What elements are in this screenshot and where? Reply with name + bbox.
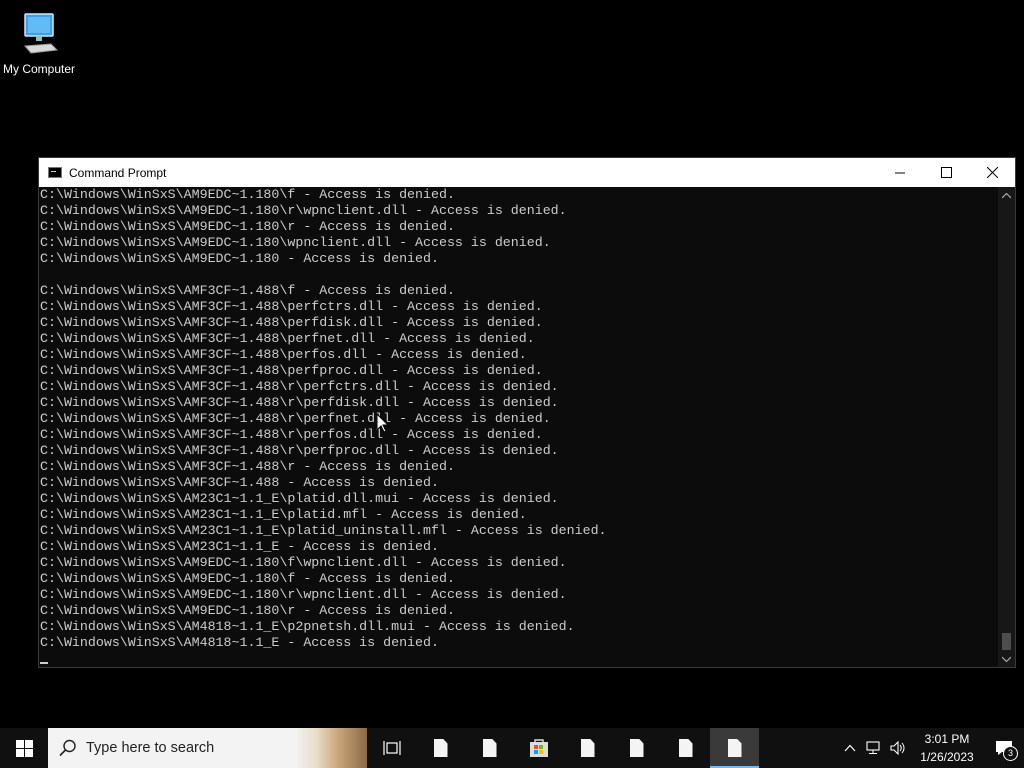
console-line: C:\Windows\WinSxS\AM9EDC~1.180 - Access … [40,251,439,266]
mouse-pointer-icon [377,414,389,433]
console-line: C:\Windows\WinSxS\AM9EDC~1.180\f - Acces… [40,571,455,586]
network-button[interactable] [862,728,886,768]
console-line: C:\Windows\WinSxS\AM9EDC~1.180\r - Acces… [40,219,455,234]
network-icon [866,741,880,754]
vertical-scrollbar[interactable] [998,187,1015,667]
console-line: C:\Windows\WinSxS\AMF3CF~1.488\r\perfnet… [40,411,551,426]
taskbar-app-file-1[interactable] [416,728,465,768]
show-hidden-icons-button[interactable] [838,728,862,768]
console-line: C:\Windows\WinSxS\AMF3CF~1.488\r\perfctr… [40,379,559,394]
taskbar-clock[interactable]: 3:01 PM 1/26/2023 [914,730,980,766]
console-line: C:\Windows\WinSxS\AMF3CF~1.488 - Access … [40,475,439,490]
taskbar-search-box[interactable]: Type here to search [48,728,367,768]
scrollbar-thumb[interactable] [1002,633,1011,650]
file-icon [629,739,644,757]
console-line: C:\Windows\WinSxS\AMF3CF~1.488\perfnet.d… [40,331,535,346]
console-line: C:\Windows\WinSxS\AM4818~1.1_E - Access … [40,635,439,650]
taskbar-app-file-2[interactable] [465,728,514,768]
chevron-down-icon [1002,656,1011,662]
cmd-icon [48,167,62,178]
console-line: C:\Windows\WinSxS\AMF3CF~1.488\r - Acces… [40,459,455,474]
command-prompt-window[interactable]: Command Prompt C:\Windows\WinSxS\AM9EDC~… [38,157,1016,668]
console-line: C:\Windows\WinSxS\AM4818~1.1_E\p2pnetsh.… [40,619,575,634]
console-line: C:\Windows\WinSxS\AM9EDC~1.180\f - Acces… [40,187,455,202]
maximize-button[interactable] [923,158,969,187]
console-line: C:\Windows\WinSxS\AM9EDC~1.180\f\wpnclie… [40,555,567,570]
taskbar-app-store[interactable] [514,728,563,768]
file-icon [678,739,693,757]
console-line: C:\Windows\WinSxS\AM9EDC~1.180\r - Acces… [40,603,455,618]
desktop-icon-label: My Computer [2,62,76,76]
chevron-up-icon [844,744,856,752]
close-button[interactable] [969,158,1015,187]
console-line: C:\Windows\WinSxS\AMF3CF~1.488\f - Acces… [40,283,455,298]
console-line: C:\Windows\WinSxS\AM9EDC~1.180\r\wpnclie… [40,203,567,218]
taskbar-app-file-active[interactable] [710,728,759,768]
minimize-button[interactable] [877,158,923,187]
volume-button[interactable] [886,728,910,768]
console-line: C:\Windows\WinSxS\AM23C1~1.1_E\platid.mf… [40,507,527,522]
taskbar: Type here to search 3:01 PM 1/26/2023 3 [0,728,1024,768]
search-highlight-image [295,728,367,768]
notification-count-badge: 3 [1003,746,1018,761]
windows-logo-icon [15,739,33,757]
desktop-icon-my-computer[interactable]: My Computer [0,8,78,76]
console-line: C:\Windows\WinSxS\AM23C1~1.1_E - Access … [40,539,439,554]
maximize-icon [940,167,952,178]
console-line: C:\Windows\WinSxS\AM23C1~1.1_E\platid_un… [40,523,607,538]
console-line: C:\Windows\WinSxS\AMF3CF~1.488\perfdisk.… [40,315,543,330]
close-icon [986,167,998,178]
text-cursor [40,662,48,664]
system-tray: 3:01 PM 1/26/2023 3 [838,728,1024,768]
chevron-up-icon [1002,192,1011,198]
console-line: C:\Windows\WinSxS\AM9EDC~1.180\wpnclient… [40,235,551,250]
file-icon [433,739,448,757]
file-icon [727,739,742,757]
action-center-button[interactable]: 3 [984,728,1024,768]
clock-time: 3:01 PM [924,732,970,746]
console-line: C:\Windows\WinSxS\AM23C1~1.1_E\platid.dl… [40,491,559,506]
taskbar-app-file-5[interactable] [661,728,710,768]
search-icon [59,739,76,757]
file-icon [482,739,497,757]
search-placeholder: Type here to search [86,740,215,756]
scroll-up-button[interactable] [998,187,1015,204]
console-text: C:\Windows\WinSxS\AM9EDC~1.180\f - Acces… [39,187,998,651]
file-icon [580,739,595,757]
console-line: C:\Windows\WinSxS\AMF3CF~1.488\perfos.dl… [40,347,527,362]
start-button[interactable] [0,728,48,768]
window-titlebar[interactable]: Command Prompt [39,158,1015,187]
store-icon [529,739,548,757]
console-line: C:\Windows\WinSxS\AMF3CF~1.488\perfproc.… [40,363,543,378]
scroll-down-button[interactable] [998,650,1015,667]
console-line: C:\Windows\WinSxS\AMF3CF~1.488\r\perfdis… [40,395,559,410]
taskbar-app-file-3[interactable] [563,728,612,768]
console-line: C:\Windows\WinSxS\AMF3CF~1.488\r\perfpro… [40,443,559,458]
clock-date: 1/26/2023 [920,750,974,764]
task-view-icon [382,741,401,755]
console-line: C:\Windows\WinSxS\AMF3CF~1.488\perfctrs.… [40,299,543,314]
window-title: Command Prompt [69,165,167,180]
speaker-icon [890,741,905,755]
task-view-button[interactable] [367,728,416,768]
console-output[interactable]: C:\Windows\WinSxS\AM9EDC~1.180\f - Acces… [39,187,998,667]
taskbar-app-file-4[interactable] [612,728,661,768]
console-line: C:\Windows\WinSxS\AMF3CF~1.488\r\perfos.… [40,427,543,442]
minimize-icon [895,172,905,173]
console-line: C:\Windows\WinSxS\AM9EDC~1.180\r\wpnclie… [40,587,567,602]
computer-icon [19,10,59,58]
